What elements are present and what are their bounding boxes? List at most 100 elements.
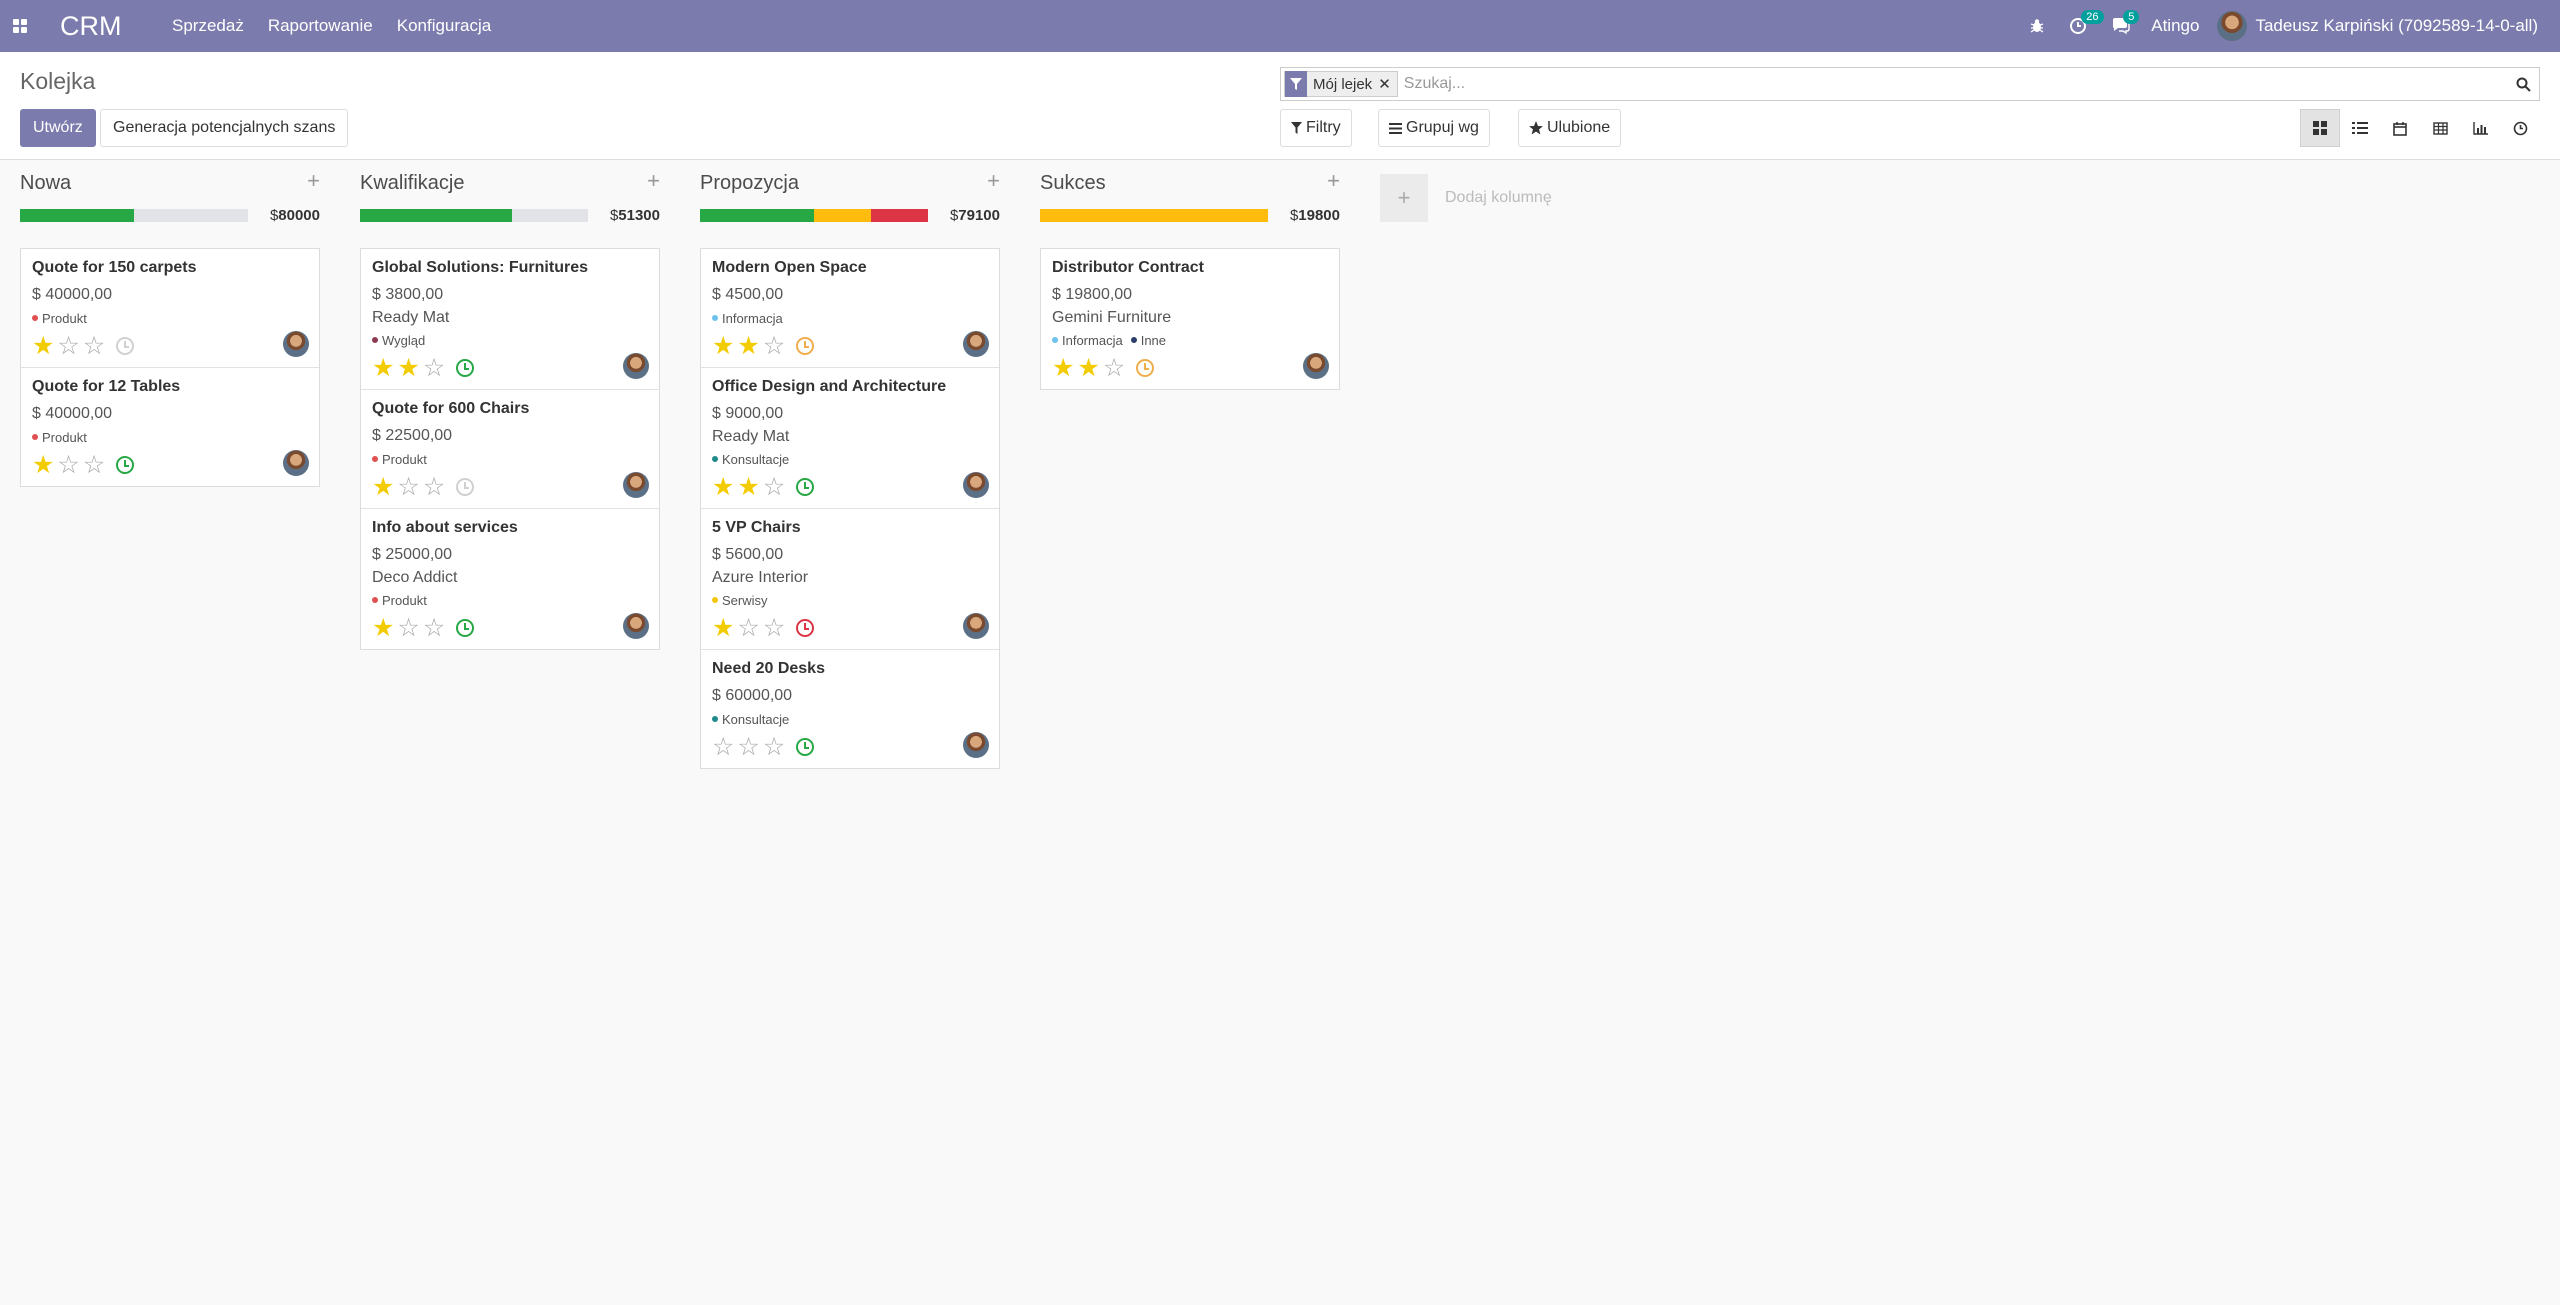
facet-remove-icon[interactable]: ✕ [1378, 75, 1397, 93]
user-menu[interactable]: Tadeusz Karpiński (7092589-14-0-all) [2217, 11, 2560, 41]
progress-segment[interactable] [360, 209, 513, 222]
column-quick-create-icon[interactable]: + [647, 168, 660, 194]
column-title[interactable]: Kwalifikacje [360, 172, 464, 195]
add-column-plus-icon[interactable]: + [1380, 174, 1428, 222]
card-title: Quote for 12 Tables [32, 378, 181, 395]
kanban-card[interactable]: Office Design and Architecture $ 9000,00 R… [701, 368, 999, 509]
column-title[interactable]: Sukces [1040, 172, 1106, 195]
priority-star-icon[interactable]: ☆ [57, 453, 79, 478]
priority-star-icon[interactable]: ☆ [763, 475, 785, 500]
progress-segment[interactable] [20, 209, 134, 222]
activity-clock-icon[interactable] [116, 337, 135, 355]
graph-view-icon[interactable] [2460, 109, 2500, 147]
priority-star-icon[interactable]: ☆ [397, 475, 419, 500]
progress-segment[interactable] [1040, 209, 1268, 222]
search-icon[interactable] [2510, 71, 2536, 97]
column-progress-bar[interactable] [700, 209, 928, 222]
generate-leads-button[interactable]: Generacja potencjalnych szans [100, 109, 349, 147]
add-column[interactable]: + Dodaj kolumnę [1380, 174, 1552, 222]
priority-star-icon[interactable]: ★ [737, 334, 759, 359]
column-quick-create-icon[interactable]: + [1327, 168, 1340, 194]
priority-star-icon[interactable]: ★ [1077, 356, 1099, 381]
card-tag: Konsultacje [712, 452, 789, 467]
menu-item-konfiguracja[interactable]: Konfiguracja [385, 0, 504, 52]
kanban-card[interactable]: Modern Open Space $ 4500,00 Informacja ★ ★ ☆ [701, 249, 999, 368]
add-column-label[interactable]: Dodaj kolumnę [1445, 189, 1552, 207]
priority-star-icon[interactable]: ☆ [1103, 356, 1125, 381]
activity-view-icon[interactable] [2500, 109, 2540, 147]
priority-star-icon[interactable]: ☆ [763, 735, 785, 760]
apps-menu-icon[interactable] [0, 0, 40, 52]
column-progress-bar[interactable] [1040, 209, 1268, 222]
progress-segment[interactable] [814, 209, 871, 222]
menu-item-raportowanie[interactable]: Raportowanie [256, 0, 385, 52]
priority-star-icon[interactable]: ★ [737, 475, 759, 500]
priority-star-icon[interactable]: ☆ [423, 475, 445, 500]
column-progress-bar[interactable] [360, 209, 588, 222]
priority-star-icon[interactable]: ☆ [737, 735, 759, 760]
activity-clock-icon[interactable] [1136, 359, 1155, 377]
activity-clock-icon[interactable] [456, 619, 475, 637]
activities-clock-icon[interactable]: 26 [2057, 0, 2104, 52]
column-quick-create-icon[interactable]: + [987, 168, 1000, 194]
priority-star-icon[interactable]: ☆ [423, 616, 445, 641]
priority-star-icon[interactable]: ★ [32, 334, 54, 359]
priority-star-icon[interactable]: ★ [1052, 356, 1074, 381]
search-input[interactable] [1397, 75, 2510, 93]
kanban-card[interactable]: Quote for 600 Chairs $ 22500,00 Produkt ★ ☆ ☆ [361, 390, 659, 509]
messages-chat-icon[interactable]: 5 [2099, 0, 2143, 52]
company-switcher[interactable]: Atingo [2143, 16, 2217, 36]
menu-item-sprzedaz[interactable]: Sprzedaż [160, 0, 256, 52]
priority-star-icon[interactable]: ★ [372, 616, 394, 641]
card-tag: Produkt [32, 430, 87, 445]
debug-bug-icon[interactable] [2017, 0, 2057, 52]
kanban-card[interactable]: Global Solutions: Furnitures $ 3800,00 Rea… [361, 249, 659, 390]
kanban-card[interactable]: 5 VP Chairs $ 5600,00 Azure Interior Serwis… [701, 509, 999, 650]
priority-star-icon[interactable]: ★ [712, 334, 734, 359]
priority-star-icon[interactable]: ☆ [763, 334, 785, 359]
priority-star-icon[interactable]: ☆ [423, 356, 445, 381]
activity-clock-icon[interactable] [456, 478, 475, 496]
activity-clock-icon[interactable] [796, 478, 815, 496]
column-title[interactable]: Propozycja [700, 172, 799, 195]
page-title[interactable]: Kolejka [20, 68, 95, 95]
priority-star-icon[interactable]: ★ [372, 475, 394, 500]
activity-clock-icon[interactable] [796, 619, 815, 637]
priority-star-icon[interactable]: ☆ [763, 616, 785, 641]
list-view-icon[interactable] [2340, 109, 2380, 147]
priority-star-icon[interactable]: ☆ [737, 616, 759, 641]
kanban-card[interactable]: Quote for 150 carpets $ 40000,00 Produkt ★ ☆… [21, 249, 319, 368]
priority-star-icon[interactable]: ★ [32, 453, 54, 478]
group-by-button[interactable]: Grupuj wg [1378, 109, 1490, 147]
kanban-card[interactable]: Distributor Contract $ 19800,00 Gemini Fur… [1041, 249, 1339, 389]
priority-star-icon[interactable]: ☆ [83, 453, 105, 478]
kanban-view-icon[interactable] [2300, 109, 2340, 147]
activity-clock-icon[interactable] [456, 359, 475, 377]
priority-star-icon[interactable]: ★ [372, 356, 394, 381]
filters-button[interactable]: Filtry [1280, 109, 1352, 147]
activity-clock-icon[interactable] [116, 456, 135, 474]
activity-clock-icon[interactable] [796, 337, 815, 355]
kanban-card[interactable]: Quote for 12 Tables $ 40000,00 Produkt ★ ☆ ☆ [21, 368, 319, 486]
activity-clock-icon[interactable] [796, 738, 815, 756]
priority-star-icon[interactable]: ★ [712, 616, 734, 641]
tag-label: Serwisy [722, 592, 768, 608]
kanban-card[interactable]: Info about services $ 25000,00 Deco Addict… [361, 509, 659, 649]
priority-star-icon[interactable]: ★ [712, 475, 734, 500]
column-title[interactable]: Nowa [20, 172, 71, 195]
priority-star-icon[interactable]: ★ [397, 356, 419, 381]
column-progress-bar[interactable] [20, 209, 248, 222]
kanban-card[interactable]: Need 20 Desks $ 60000,00 Konsultacje ☆ ☆ ☆ [701, 650, 999, 768]
calendar-view-icon[interactable] [2380, 109, 2420, 147]
priority-star-icon[interactable]: ☆ [712, 735, 734, 760]
priority-star-icon[interactable]: ☆ [397, 616, 419, 641]
app-brand[interactable]: CRM [60, 11, 160, 42]
progress-segment[interactable] [871, 209, 928, 222]
priority-star-icon[interactable]: ☆ [57, 334, 79, 359]
favorites-button[interactable]: Ulubione [1518, 109, 1622, 147]
create-button[interactable]: Utwórz [20, 109, 96, 147]
progress-segment[interactable] [700, 209, 814, 222]
priority-star-icon[interactable]: ☆ [83, 334, 105, 359]
pivot-view-icon[interactable] [2420, 109, 2460, 147]
column-quick-create-icon[interactable]: + [307, 168, 320, 194]
